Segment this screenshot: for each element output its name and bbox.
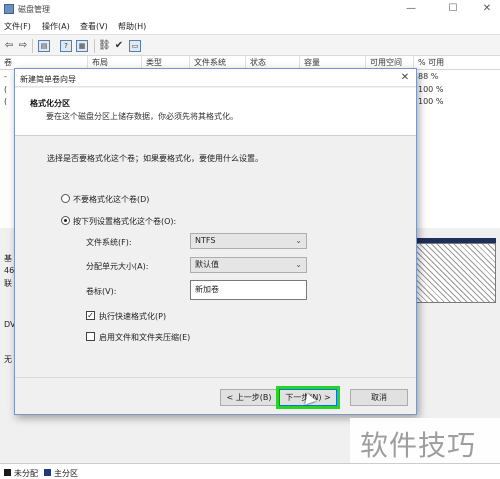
- menu-help[interactable]: 帮助(H): [118, 21, 146, 32]
- toolbar: ⇦ ⇨ ▤ ? ▦ ⛓ ✔ ▭: [0, 34, 500, 56]
- format-prompt: 选择是否要格式化这个卷；如果要格式化，要使用什么设置。: [47, 154, 263, 163]
- maximize-icon[interactable]: ☐: [442, 1, 464, 17]
- console-tree-icon[interactable]: ▤: [38, 40, 50, 52]
- back-arrow-icon[interactable]: ⇦: [3, 40, 15, 52]
- disk-list-icon[interactable]: ▭: [129, 40, 141, 52]
- properties-icon[interactable]: ▦: [76, 40, 88, 52]
- unallocated-partition[interactable]: [410, 243, 496, 303]
- compression-checkbox[interactable]: [86, 332, 95, 341]
- legend: 未分配 主分区: [0, 463, 500, 479]
- volume-percent-free: 88 %: [418, 72, 439, 81]
- volume-percent-free: 100 %: [418, 85, 444, 94]
- legend-primary: 主分区: [44, 468, 78, 479]
- new-simple-volume-wizard: 新建简单卷向导 ✕ 格式化分区 要在这个磁盘分区上储存数据，你必须先将其格式化。…: [14, 68, 417, 415]
- filesystem-value: NTFS: [195, 236, 216, 245]
- disk-label: 基: [4, 254, 12, 263]
- legend-primary-label: 主分区: [54, 469, 78, 478]
- menu-view[interactable]: 查看(V): [80, 21, 108, 32]
- close-icon[interactable]: ✕: [398, 72, 412, 84]
- window-titlebar: 磁盘管理 — ☐ ✕: [0, 0, 500, 18]
- minimize-icon[interactable]: —: [400, 1, 422, 17]
- disk-label: 无: [4, 355, 12, 364]
- menu-file[interactable]: 文件(F): [4, 21, 31, 32]
- close-icon[interactable]: ✕: [476, 1, 498, 17]
- filesystem-label: 文件系统(F):: [86, 238, 132, 247]
- volume-name: (: [4, 97, 8, 106]
- column-percent-free[interactable]: % 可用: [414, 56, 500, 70]
- menu-action[interactable]: 操作(A): [42, 21, 70, 32]
- chevron-down-icon: ⌄: [295, 236, 302, 245]
- wizard-subtitle: 要在这个磁盘分区上储存数据，你必须先将其格式化。: [46, 112, 238, 121]
- legend-unallocated: 未分配: [4, 468, 38, 479]
- forward-arrow-icon[interactable]: ⇨: [17, 40, 29, 52]
- window-title: 磁盘管理: [18, 5, 50, 14]
- back-button[interactable]: < 上一步(B): [220, 389, 278, 406]
- filesystem-select[interactable]: NTFS ⌄: [190, 233, 307, 249]
- disk-label: 联: [4, 279, 12, 288]
- radio-format-label[interactable]: 按下列设置格式化这个卷(O):: [73, 216, 176, 227]
- volume-percent-free: 100 %: [418, 97, 444, 106]
- dialog-titlebar: 新建简单卷向导 ✕: [15, 69, 416, 87]
- wizard-heading: 格式化分区: [30, 99, 70, 108]
- toolbar-separator: [94, 39, 95, 53]
- toolbar-separator: [32, 39, 33, 53]
- check-icon[interactable]: ✔: [113, 40, 125, 52]
- link-icon[interactable]: ⛓: [98, 40, 111, 52]
- disk-label: 46: [4, 266, 15, 275]
- quick-format-label[interactable]: 执行快速格式化(P): [99, 311, 166, 322]
- disk-management-icon: [4, 4, 14, 14]
- watermark: 软件技巧: [350, 418, 500, 463]
- wizard-body: 选择是否要格式化这个卷；如果要格式化，要使用什么设置。 不要格式化这个卷(D) …: [15, 136, 416, 377]
- legend-swatch: [44, 469, 51, 476]
- radio-no-format-label[interactable]: 不要格式化这个卷(D): [73, 194, 149, 205]
- help-icon[interactable]: ?: [60, 40, 72, 52]
- cancel-button[interactable]: 取消: [350, 389, 408, 406]
- allocation-unit-label: 分配单元大小(A):: [86, 262, 149, 271]
- radio-no-format[interactable]: [61, 194, 70, 203]
- allocation-unit-select[interactable]: 默认值 ⌄: [190, 257, 307, 273]
- menu-bar: 文件(F) 操作(A) 查看(V) 帮助(H): [0, 18, 500, 34]
- chevron-down-icon: ⌄: [295, 260, 302, 269]
- volume-label-label: 卷标(V):: [86, 287, 117, 296]
- dialog-title: 新建简单卷向导: [20, 75, 76, 84]
- wizard-header: 格式化分区 要在这个磁盘分区上储存数据，你必须先将其格式化。: [15, 88, 416, 136]
- legend-swatch: [4, 469, 11, 476]
- allocation-unit-value: 默认值: [195, 260, 219, 269]
- volume-name: -: [4, 72, 7, 81]
- wizard-footer: < 上一步(B) 下一步(N) > 取消: [15, 377, 416, 414]
- quick-format-checkbox[interactable]: ✓: [86, 311, 95, 320]
- compression-label[interactable]: 启用文件和文件夹压缩(E): [99, 332, 190, 343]
- volume-label-input[interactable]: 新加卷: [190, 280, 307, 300]
- watermark-text: 软件技巧: [360, 429, 477, 462]
- radio-format[interactable]: [61, 216, 70, 225]
- volume-name: (: [4, 85, 8, 94]
- legend-unallocated-label: 未分配: [14, 469, 38, 478]
